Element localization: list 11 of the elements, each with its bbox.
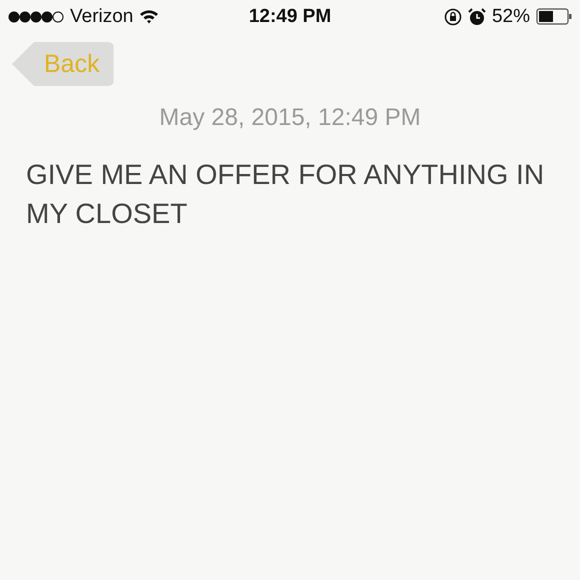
battery-percent: 52% — [492, 6, 530, 28]
signal-icon — [8, 10, 64, 22]
wifi-icon — [139, 9, 160, 24]
back-button[interactable]: Back — [12, 42, 114, 86]
battery-icon — [536, 8, 572, 25]
note-text: GIVE ME AN OFFER FOR ANYTHING IN MY CLOSET — [26, 158, 546, 231]
clock-time: 12:49 PM — [248, 6, 332, 28]
carrier-name: Verizon — [70, 6, 134, 28]
rotation-lock-icon — [444, 8, 462, 26]
note-date: May 28, 2015, 12:49 PM — [158, 104, 422, 132]
alarm-clock-icon — [468, 8, 486, 26]
